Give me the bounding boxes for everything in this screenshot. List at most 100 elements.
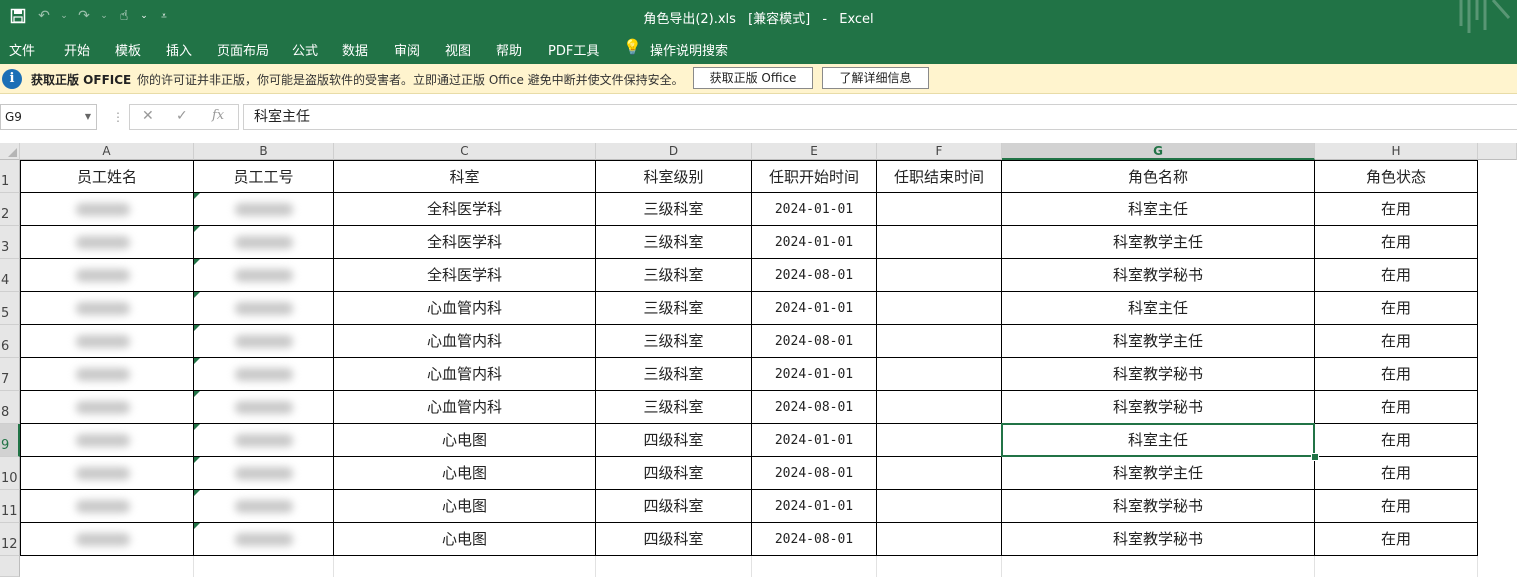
tab-view[interactable]: 视图	[445, 40, 471, 59]
cell-c9[interactable]: 心电图	[334, 424, 596, 457]
cell-a5[interactable]	[20, 292, 194, 325]
cell-d11[interactable]: 四级科室	[596, 490, 752, 523]
cell-e1[interactable]: 任职开始时间	[752, 160, 877, 193]
column-header-b[interactable]: B	[194, 143, 334, 160]
cell-g3[interactable]: 科室教学主任	[1002, 226, 1315, 259]
cell-a1[interactable]: 员工姓名	[20, 160, 194, 193]
cell-e9[interactable]: 2024-01-01	[752, 424, 877, 457]
cell-b11[interactable]	[194, 490, 334, 523]
cell-h1[interactable]: 角色状态	[1315, 160, 1478, 193]
cell-h8[interactable]: 在用	[1315, 391, 1478, 424]
cell-g7[interactable]: 科室教学秘书	[1002, 358, 1315, 391]
name-box-dropdown-icon[interactable]: ▼	[85, 105, 91, 129]
cell-h7[interactable]: 在用	[1315, 358, 1478, 391]
cell-b9[interactable]	[194, 424, 334, 457]
cell-f6[interactable]	[877, 325, 1002, 358]
cell-d5[interactable]: 三级科室	[596, 292, 752, 325]
cell-c5[interactable]: 心血管内科	[334, 292, 596, 325]
cell-f7[interactable]	[877, 358, 1002, 391]
fill-handle[interactable]	[1311, 453, 1319, 461]
cell-g8[interactable]: 科室教学秘书	[1002, 391, 1315, 424]
row-header-9[interactable]: 9	[0, 424, 20, 457]
cell-g2[interactable]: 科室主任	[1002, 193, 1315, 226]
cell-c6[interactable]: 心血管内科	[334, 325, 596, 358]
cancel-icon[interactable]: ✕	[142, 108, 154, 124]
cell-c2[interactable]: 全科医学科	[334, 193, 596, 226]
cell-g11[interactable]: 科室教学秘书	[1002, 490, 1315, 523]
cell-f9[interactable]	[877, 424, 1002, 457]
cell-b12[interactable]	[194, 523, 334, 556]
cell-a2[interactable]	[20, 193, 194, 226]
cell-g4[interactable]: 科室教学秘书	[1002, 259, 1315, 292]
cell-c3[interactable]: 全科医学科	[334, 226, 596, 259]
cell-g12[interactable]: 科室教学秘书	[1002, 523, 1315, 556]
tab-home[interactable]: 开始	[64, 40, 90, 59]
cell-d6[interactable]: 三级科室	[596, 325, 752, 358]
cell-g5[interactable]: 科室主任	[1002, 292, 1315, 325]
formula-input[interactable]: 科室主任	[243, 104, 1517, 130]
cell-a6[interactable]	[20, 325, 194, 358]
row-header-8[interactable]: 8	[0, 391, 20, 424]
cell-a4[interactable]	[20, 259, 194, 292]
enter-icon[interactable]: ✓	[176, 108, 188, 124]
cell-c11[interactable]: 心电图	[334, 490, 596, 523]
tell-me-search[interactable]: 操作说明搜索	[650, 40, 728, 59]
cell-e5[interactable]: 2024-01-01	[752, 292, 877, 325]
cell-f12[interactable]	[877, 523, 1002, 556]
cell-e2[interactable]: 2024-01-01	[752, 193, 877, 226]
formula-bar-splitter-icon[interactable]: ⋮	[112, 110, 124, 124]
cell-h10[interactable]: 在用	[1315, 457, 1478, 490]
cell-d7[interactable]: 三级科室	[596, 358, 752, 391]
cell-b10[interactable]	[194, 457, 334, 490]
cell-b3[interactable]	[194, 226, 334, 259]
row-header-1[interactable]: 1	[0, 160, 20, 193]
cell-h4[interactable]: 在用	[1315, 259, 1478, 292]
cell-c1[interactable]: 科室	[334, 160, 596, 193]
cell-a10[interactable]	[20, 457, 194, 490]
cell-f10[interactable]	[877, 457, 1002, 490]
tab-insert[interactable]: 插入	[166, 40, 192, 59]
cell-d4[interactable]: 三级科室	[596, 259, 752, 292]
cell-g6[interactable]: 科室教学主任	[1002, 325, 1315, 358]
row-header-12[interactable]: 12	[0, 523, 20, 556]
row-header-6[interactable]: 6	[0, 325, 20, 358]
cell-b5[interactable]	[194, 292, 334, 325]
cell-h5[interactable]: 在用	[1315, 292, 1478, 325]
cell-a11[interactable]	[20, 490, 194, 523]
column-header-next[interactable]	[1478, 143, 1517, 160]
cell-h9[interactable]: 在用	[1315, 424, 1478, 457]
cell-c8[interactable]: 心血管内科	[334, 391, 596, 424]
row-header-3[interactable]: 3	[0, 226, 20, 259]
cell-b4[interactable]	[194, 259, 334, 292]
tab-review[interactable]: 审阅	[394, 40, 420, 59]
cell-g10[interactable]: 科室教学主任	[1002, 457, 1315, 490]
cell-a3[interactable]	[20, 226, 194, 259]
cell-d2[interactable]: 三级科室	[596, 193, 752, 226]
cell-f11[interactable]	[877, 490, 1002, 523]
tab-file[interactable]: 文件	[9, 40, 35, 59]
cell-f8[interactable]	[877, 391, 1002, 424]
cell-b7[interactable]	[194, 358, 334, 391]
cell-e7[interactable]: 2024-01-01	[752, 358, 877, 391]
row-header-7[interactable]: 7	[0, 358, 20, 391]
cell-d10[interactable]: 四级科室	[596, 457, 752, 490]
row-header-2[interactable]: 2	[0, 193, 20, 226]
cell-f4[interactable]	[877, 259, 1002, 292]
tab-help[interactable]: 帮助	[496, 40, 522, 59]
row-header-4[interactable]: 4	[0, 259, 20, 292]
tab-page-layout[interactable]: 页面布局	[217, 40, 269, 59]
cell-f3[interactable]	[877, 226, 1002, 259]
cell-c12[interactable]: 心电图	[334, 523, 596, 556]
cell-b2[interactable]	[194, 193, 334, 226]
cell-d9[interactable]: 四级科室	[596, 424, 752, 457]
cell-a12[interactable]	[20, 523, 194, 556]
cell-h11[interactable]: 在用	[1315, 490, 1478, 523]
name-box[interactable]: G9 ▼	[0, 104, 97, 130]
cell-e12[interactable]: 2024-08-01	[752, 523, 877, 556]
get-genuine-office-button[interactable]: 获取正版 Office	[693, 67, 813, 89]
cell-e11[interactable]: 2024-01-01	[752, 490, 877, 523]
row-header-10[interactable]: 10	[0, 457, 20, 490]
cell-h3[interactable]: 在用	[1315, 226, 1478, 259]
cell-e4[interactable]: 2024-08-01	[752, 259, 877, 292]
learn-more-button[interactable]: 了解详细信息	[822, 67, 929, 89]
